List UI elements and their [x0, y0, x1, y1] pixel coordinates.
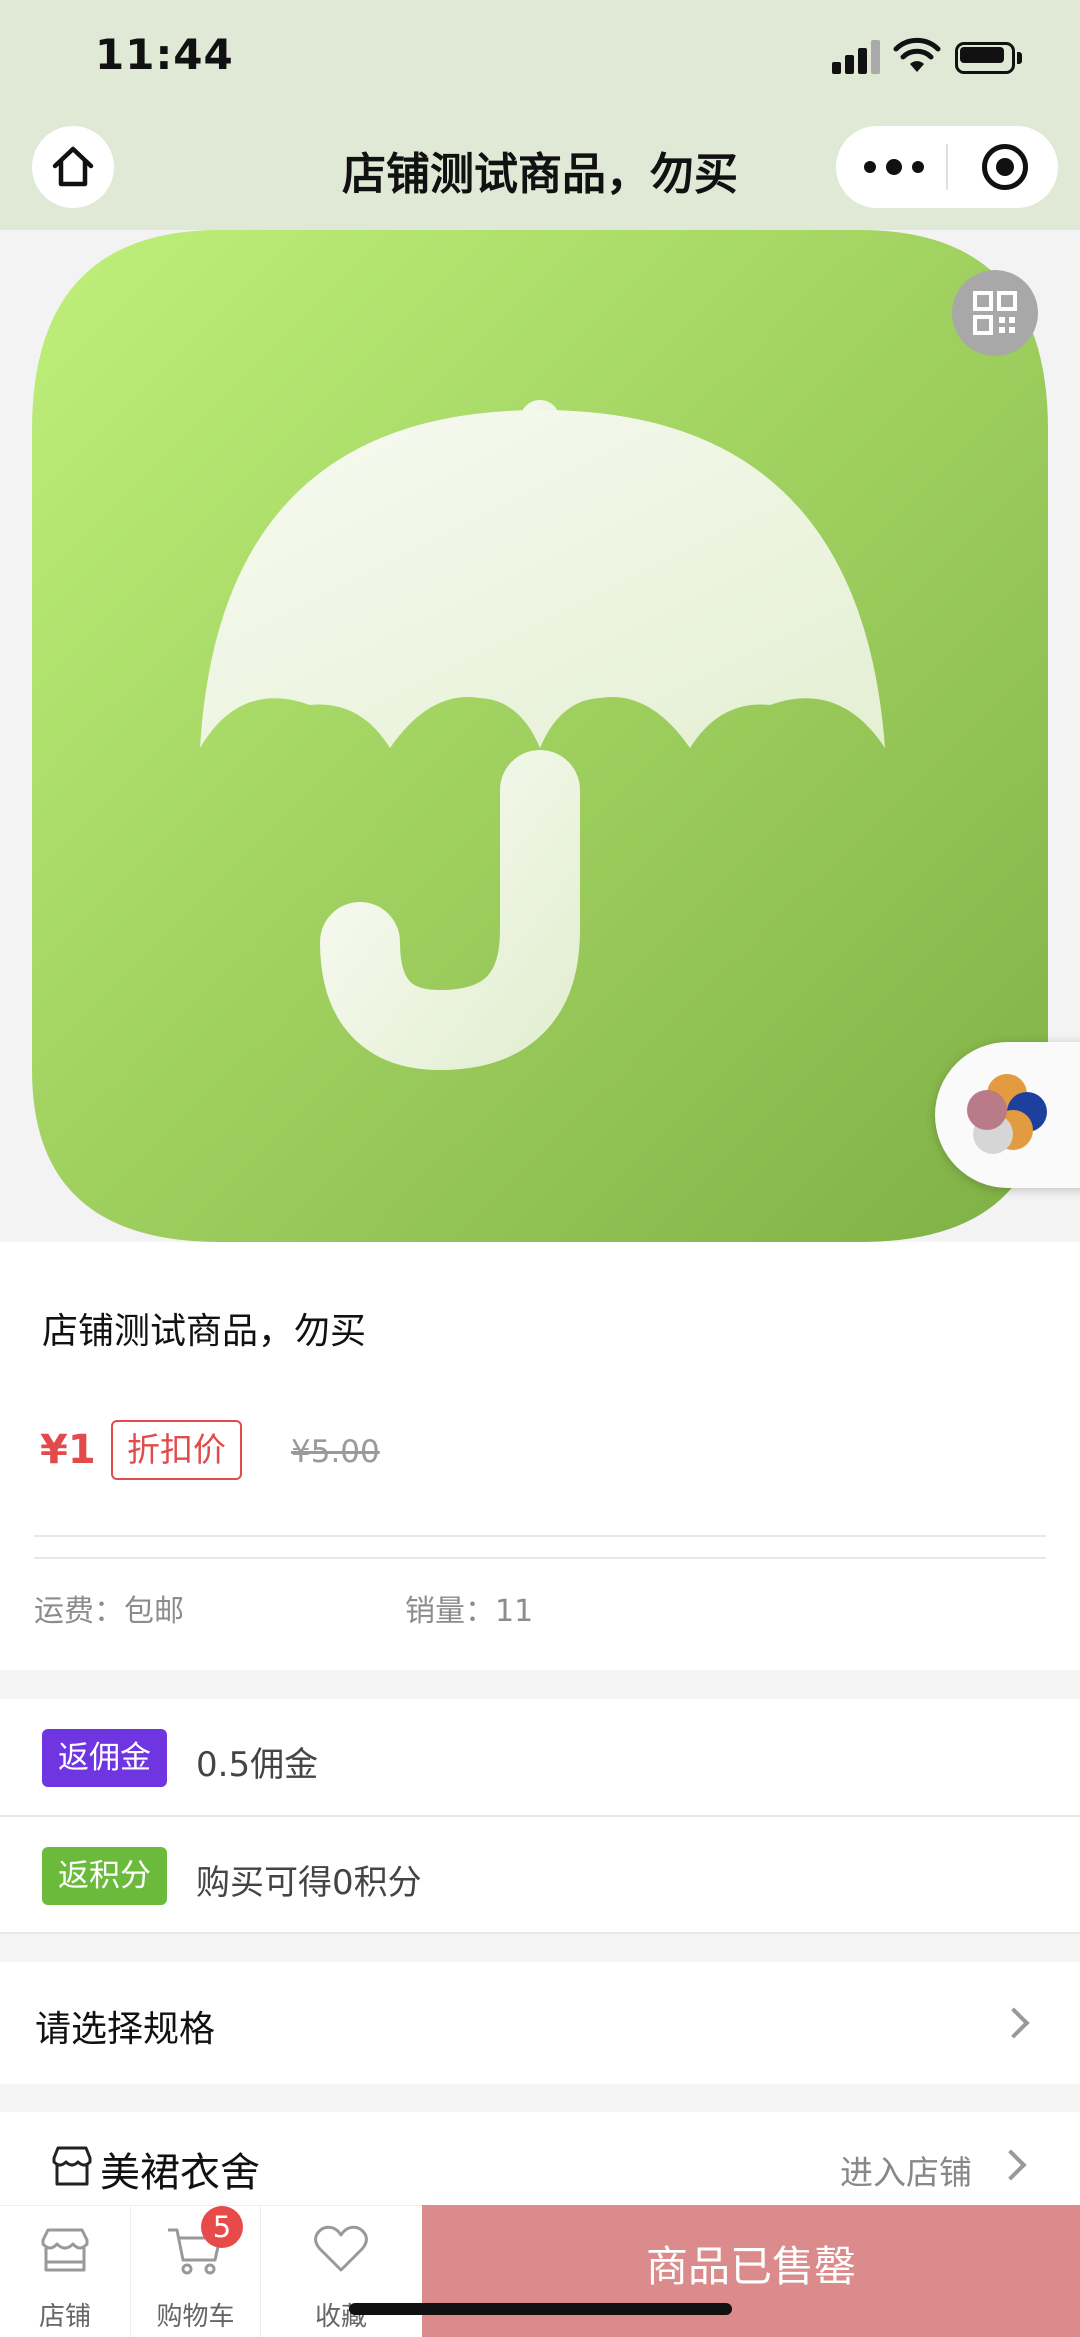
product-price: ¥1 [40, 1427, 96, 1473]
divider [34, 1535, 1046, 1537]
store-icon [52, 2146, 92, 2186]
points-text: 购买可得0积分 [196, 1863, 422, 1903]
status-time: 11:44 [95, 30, 234, 79]
product-info-card: 店铺测试商品，勿买 ¥1 折扣价 ¥5.00 运费：包邮 销量：11 [0, 1242, 1080, 1670]
store-icon [41, 2228, 89, 2272]
product-name: 店铺测试商品，勿买 [42, 1311, 367, 1352]
tab-favorite[interactable]: 收藏 [261, 2206, 421, 2337]
shipping-info: 运费：包邮 [34, 1594, 184, 1629]
umbrella-logo-icon [32, 230, 1048, 1242]
enter-shop-link[interactable]: 进入店铺 [840, 2146, 972, 2194]
shop-name: 美裙衣舍 [100, 2150, 260, 2196]
floating-brand-button[interactable] [935, 1042, 1080, 1188]
status-bar: 11:44 [0, 0, 1080, 118]
product-image [0, 230, 1080, 1242]
battery-icon [955, 42, 1023, 74]
wifi-icon [893, 37, 941, 72]
commission-row: 返佣金 0.5佣金 [0, 1699, 1080, 1815]
divider [34, 1557, 1046, 1559]
chevron-right-icon [998, 2007, 1030, 2039]
points-tag: 返积分 [42, 1847, 167, 1905]
sales-count: 销量：11 [405, 1594, 534, 1629]
commission-text: 0.5佣金 [196, 1745, 319, 1785]
close-miniapp-icon[interactable] [982, 144, 1028, 190]
qr-code-button[interactable] [952, 270, 1038, 356]
miniapp-capsule [836, 126, 1058, 208]
select-spec-label: 请选择规格 [35, 2009, 216, 2050]
flower-logo-icon [967, 1074, 1047, 1154]
more-icon[interactable] [864, 150, 924, 184]
discount-badge: 折扣价 [111, 1420, 242, 1480]
sold-out-button[interactable]: 商品已售罄 [422, 2205, 1080, 2337]
tab-cart-label: 购物车 [156, 2302, 235, 2332]
heart-icon [314, 2225, 368, 2272]
home-indicator[interactable] [349, 2303, 732, 2315]
cart-count-badge: 5 [201, 2206, 243, 2248]
tab-store[interactable]: 店铺 [0, 2206, 130, 2337]
qr-code-icon [973, 291, 1017, 335]
original-price: ¥5.00 [291, 1434, 380, 1470]
signal-icon [832, 40, 880, 74]
chevron-right-icon [995, 2149, 1027, 2181]
nav-bar: 店铺测试商品，勿买 [0, 118, 1080, 230]
tab-store-label: 店铺 [38, 2302, 91, 2332]
points-row: 返积分 购买可得0积分 [0, 1817, 1080, 1933]
commission-tag: 返佣金 [42, 1729, 167, 1787]
select-spec-row[interactable]: 请选择规格 [0, 1962, 1080, 2084]
